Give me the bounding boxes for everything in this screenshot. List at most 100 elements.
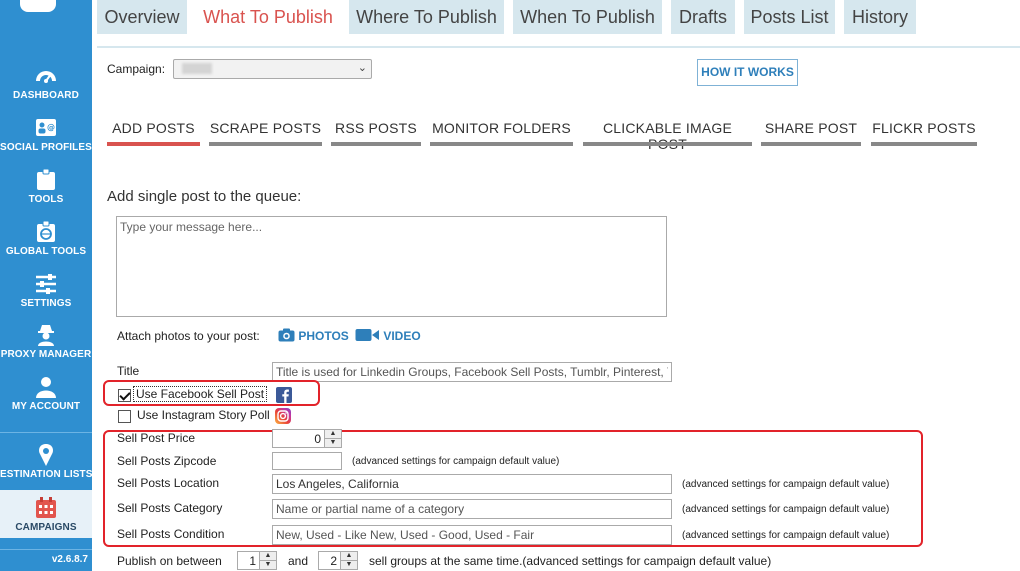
section-title: Add single post to the queue: (107, 188, 302, 205)
campaigns-icon (36, 497, 56, 518)
sell-condition-label: Sell Posts Condition (117, 527, 225, 541)
tab-overview[interactable]: Overview (97, 0, 187, 34)
app-logo[interactable] (20, 0, 56, 12)
subtab-underline (209, 142, 322, 146)
instagram-story-checkbox[interactable] (118, 410, 131, 423)
subtab-share-post[interactable]: SHARE POST (761, 120, 861, 146)
subtab-rss-posts[interactable]: RSS POSTS (331, 120, 421, 146)
chevron-down-icon: ⌄ (357, 62, 367, 74)
instagram-icon (275, 408, 291, 424)
subtab-underline (107, 142, 200, 146)
proxy-manager-icon (38, 325, 54, 346)
publish-to-stepper[interactable]: 2 ▲ ▼ (318, 551, 358, 570)
subtab-label: SCRAPE POSTS (209, 120, 322, 136)
step-down-icon[interactable]: ▼ (325, 438, 341, 446)
publish-from-value: 1 (249, 554, 256, 568)
sidebar-item-social-profiles[interactable]: @ SOCIAL PROFILES (0, 116, 92, 153)
subtab-scrape-posts[interactable]: SCRAPE POSTS (209, 120, 322, 146)
stepper-buttons[interactable]: ▲ ▼ (259, 552, 276, 569)
attach-label: Attach photos to your post: (117, 329, 260, 343)
sidebar-item-global-tools[interactable]: GLOBAL TOOLS (0, 220, 92, 257)
tab-what-to-publish[interactable]: What To Publish (196, 0, 340, 34)
step-up-icon[interactable]: ▲ (325, 430, 341, 438)
subtab-add-posts[interactable]: ADD POSTS (107, 120, 200, 146)
subtab-label: RSS POSTS (335, 120, 417, 136)
sidebar-item-dashboard[interactable]: DASHBOARD (0, 64, 92, 101)
global-tools-icon (37, 220, 55, 242)
subtab-label: ADD POSTS (112, 120, 195, 136)
attach-photos-label: PHOTOS (298, 329, 349, 343)
sidebar-item-label: CAMPAIGNS (15, 522, 77, 533)
condition-hint: (advanced settings for campaign default … (682, 530, 890, 541)
tab-where-to-publish[interactable]: Where To Publish (349, 0, 504, 34)
sidebar-item-label: PROXY MANAGER (0, 349, 92, 360)
subtab-clickable-image-post[interactable]: CLICKABLE IMAGE POST (583, 120, 752, 152)
tab-when-to-publish[interactable]: When To Publish (513, 0, 662, 34)
sell-price-label: Sell Post Price (117, 431, 196, 445)
subtab-flickr-posts[interactable]: FLICKR POSTS (871, 120, 977, 146)
subtab-monitor-folders[interactable]: MONITOR FOLDERS (430, 120, 573, 146)
sell-zipcode-input[interactable] (272, 452, 342, 470)
sidebar-item-label: DASHBOARD (13, 90, 79, 101)
message-input[interactable] (116, 216, 667, 317)
sell-category-input[interactable] (272, 499, 672, 519)
publish-and-label: and (288, 554, 309, 568)
publish-to-value: 2 (330, 554, 337, 568)
sidebar-item-tools[interactable]: TOOLS (0, 168, 92, 205)
attach-video-label: VIDEO (383, 329, 421, 343)
sidebar-item-label: TOOLS (28, 194, 64, 205)
settings-icon (36, 274, 56, 294)
sell-price-stepper[interactable]: 0 ▲ ▼ (272, 429, 342, 448)
step-up-icon[interactable]: ▲ (341, 552, 357, 560)
sidebar-item-campaigns[interactable]: CAMPAIGNS (0, 490, 92, 538)
attach-video-button[interactable]: VIDEO (355, 328, 421, 343)
tab-posts-list[interactable]: Posts List (744, 0, 835, 34)
sidebar-item-settings[interactable]: SETTINGS (0, 272, 92, 309)
facebook-f-glyph (282, 389, 289, 403)
sell-price-value: 0 (314, 432, 321, 446)
campaign-label: Campaign: (107, 62, 166, 76)
step-up-icon[interactable]: ▲ (260, 552, 276, 560)
publish-from-stepper[interactable]: 1 ▲ ▼ (237, 551, 277, 570)
stepper-buttons[interactable]: ▲ ▼ (324, 430, 341, 447)
sidebar-item-my-account[interactable]: MY ACCOUNT (0, 375, 92, 412)
subtab-label: CLICKABLE IMAGE POST (602, 120, 733, 152)
sell-category-label: Sell Posts Category (117, 501, 223, 515)
tabs-divider (97, 46, 1020, 48)
title-input[interactable] (272, 362, 672, 382)
subtab-label: FLICKR POSTS (872, 120, 976, 136)
category-hint: (advanced settings for campaign default … (682, 504, 890, 515)
account-icon (36, 377, 56, 398)
sidebar-item-proxy-manager[interactable]: PROXY MANAGER (0, 323, 92, 360)
title-label: Title (117, 364, 140, 378)
subtab-label: MONITOR FOLDERS (432, 120, 571, 136)
sidebar-item-label: ESTINATION LISTS (0, 469, 93, 480)
sidebar-item-label: MY ACCOUNT (11, 401, 81, 412)
campaign-selected-value-redacted (182, 63, 212, 74)
sidebar-item-label: SETTINGS (20, 298, 72, 309)
dashboard-icon (36, 71, 56, 83)
social-profiles-icon: @ (36, 119, 56, 136)
stepper-buttons[interactable]: ▲ ▼ (340, 552, 357, 569)
step-down-icon[interactable]: ▼ (341, 560, 357, 568)
instagram-glyph (277, 410, 289, 422)
sidebar-item-label: GLOBAL TOOLS (5, 246, 87, 257)
tab-history[interactable]: History (844, 0, 916, 34)
facebook-sell-label[interactable]: Use Facebook Sell Post (132, 386, 268, 402)
step-down-icon[interactable]: ▼ (260, 560, 276, 568)
instagram-story-label[interactable]: Use Instagram Story Poll (137, 408, 270, 422)
attach-photos-button[interactable]: PHOTOS (278, 328, 349, 343)
sell-location-label: Sell Posts Location (117, 476, 220, 490)
destination-lists-icon (39, 444, 53, 466)
how-it-works-button[interactable]: HOW IT WORKS (697, 59, 798, 86)
sidebar-item-destination-lists[interactable]: ESTINATION LISTS (0, 443, 92, 480)
sell-condition-input[interactable] (272, 525, 672, 545)
publish-suffix: sell groups at the same time.(advanced s… (369, 554, 772, 568)
camera-icon (278, 328, 295, 342)
campaign-select[interactable]: ⌄ (173, 59, 372, 79)
sell-location-input[interactable] (272, 474, 672, 494)
subtab-underline (761, 142, 861, 146)
facebook-sell-checkbox[interactable] (118, 389, 131, 402)
tab-drafts[interactable]: Drafts (671, 0, 735, 34)
video-camera-icon (355, 329, 379, 341)
